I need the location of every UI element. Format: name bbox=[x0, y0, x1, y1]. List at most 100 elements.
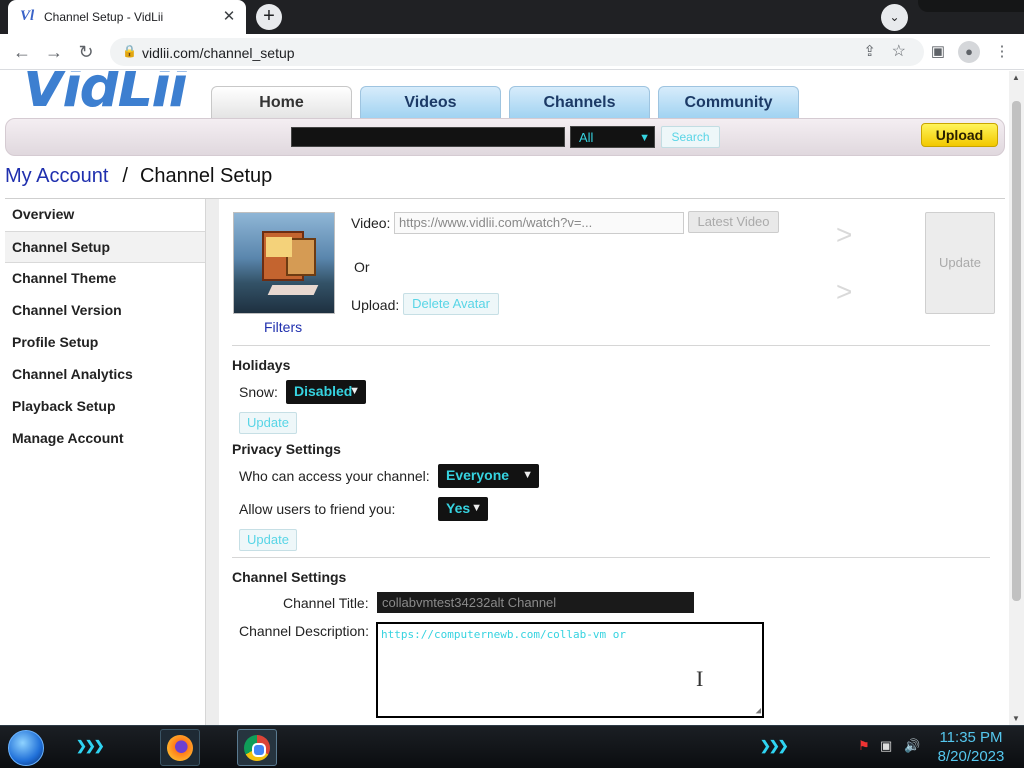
system-clock[interactable]: 11:35 PM 8/20/2023 bbox=[930, 728, 1012, 766]
nav-tab-community[interactable]: Community bbox=[658, 86, 799, 119]
search-category-value: All bbox=[579, 130, 594, 145]
url-text[interactable]: vidlii.com/channel_setup bbox=[142, 45, 295, 61]
sidebar-divider bbox=[205, 199, 219, 725]
snow-label: Snow: bbox=[239, 384, 278, 400]
vidlii-favicon-icon: Vl bbox=[20, 8, 35, 24]
vidlii-logo[interactable]: VidLii bbox=[22, 71, 188, 120]
or-label: Or bbox=[354, 259, 370, 275]
chrome-taskbar-icon[interactable] bbox=[237, 729, 277, 766]
taskbar: ❯❯❯ ❯❯❯ ⚑ ▣ 🔊 11:35 PM 8/20/2023 bbox=[0, 725, 1024, 768]
channel-title-label: Channel Title: bbox=[283, 595, 369, 611]
reload-icon[interactable]: ↻ bbox=[73, 40, 99, 64]
forward-icon[interactable]: → bbox=[41, 40, 67, 64]
channel-settings-heading: Channel Settings bbox=[232, 569, 347, 585]
latest-video-button[interactable]: Latest Video bbox=[688, 211, 779, 233]
holidays-heading: Holidays bbox=[232, 357, 291, 373]
friend-select[interactable]: Yes ▼ bbox=[438, 497, 488, 521]
scroll-down-icon[interactable]: ▼ bbox=[1012, 714, 1020, 723]
clock-date: 8/20/2023 bbox=[937, 748, 1005, 765]
taskbar-chevrons-decoration: ❯❯❯ bbox=[76, 738, 105, 753]
sidebar-item-overview[interactable]: Overview bbox=[5, 199, 205, 231]
avatar-art-screen bbox=[266, 237, 292, 257]
channel-description-text: https://computernewb.com/collab-vm or bbox=[381, 628, 627, 641]
section-divider bbox=[232, 345, 990, 346]
share-icon[interactable]: ⇪ bbox=[863, 42, 876, 60]
access-select-value: Everyone bbox=[446, 467, 510, 483]
close-tab-icon[interactable]: ✕ bbox=[220, 8, 238, 26]
firefox-taskbar-icon[interactable] bbox=[160, 729, 200, 766]
section-divider bbox=[232, 557, 990, 558]
friend-select-value: Yes bbox=[446, 500, 471, 516]
sidebar-item-channel-theme[interactable]: Channel Theme bbox=[5, 263, 205, 295]
side-panel-icon[interactable]: ▣ bbox=[927, 42, 949, 60]
firefox-icon bbox=[167, 735, 193, 761]
sidebar-item-channel-analytics[interactable]: Channel Analytics bbox=[5, 359, 205, 391]
taskbar-chevrons-decoration: ❯❯❯ bbox=[760, 738, 789, 753]
delete-avatar-button[interactable]: Delete Avatar bbox=[403, 293, 499, 315]
breadcrumb-separator: / bbox=[122, 165, 128, 187]
chevron-down-icon: ▼ bbox=[471, 502, 482, 514]
access-label: Who can access your channel: bbox=[239, 468, 430, 484]
new-tab-button[interactable]: + bbox=[256, 4, 282, 30]
holidays-update-button[interactable]: Update bbox=[239, 412, 297, 434]
address-bar[interactable]: 🔒 vidlii.com/channel_setup ⇪ ☆ bbox=[110, 38, 924, 66]
search-button[interactable]: Search bbox=[661, 126, 720, 148]
snow-select[interactable]: Disabled ▼ bbox=[286, 380, 366, 404]
channel-description-textarea[interactable]: https://computernewb.com/collab-vm or I … bbox=[376, 622, 764, 718]
text-cursor-icon: I bbox=[696, 666, 704, 691]
video-url-field[interactable]: https://www.vidlii.com/watch?v=... bbox=[394, 212, 684, 234]
scrollbar-thumb[interactable] bbox=[1012, 101, 1021, 601]
volume-icon[interactable]: 🔊 bbox=[904, 738, 920, 754]
upload-button[interactable]: Upload bbox=[921, 123, 998, 147]
browser-menu-icon[interactable]: ⋮ bbox=[991, 42, 1013, 60]
channel-avatar bbox=[233, 212, 335, 314]
tab-title: Channel Setup - VidLii bbox=[44, 10, 164, 24]
page-scrollbar[interactable]: ▲ ▼ bbox=[1009, 71, 1024, 725]
nav-tab-channels[interactable]: Channels bbox=[509, 86, 650, 119]
chevron-down-icon: ▼ bbox=[522, 469, 533, 481]
scroll-up-icon[interactable]: ▲ bbox=[1012, 73, 1020, 82]
back-icon[interactable]: ← bbox=[9, 40, 35, 64]
nav-tab-videos[interactable]: Videos bbox=[360, 86, 501, 119]
lock-icon[interactable]: 🔒 bbox=[122, 44, 137, 58]
breadcrumb-my-account[interactable]: My Account bbox=[5, 165, 108, 187]
network-icon[interactable]: ▣ bbox=[880, 738, 892, 754]
upload-label: Upload: bbox=[351, 297, 400, 313]
search-input[interactable] bbox=[291, 127, 565, 147]
sidebar-item-manage-account[interactable]: Manage Account bbox=[5, 423, 205, 455]
sidebar-item-profile-setup[interactable]: Profile Setup bbox=[5, 327, 205, 359]
video-label: Video: bbox=[351, 215, 391, 231]
profile-avatar-icon[interactable]: ● bbox=[958, 41, 980, 63]
search-category-select[interactable]: All ▼ bbox=[570, 126, 655, 148]
friend-label: Allow users to friend you: bbox=[239, 501, 396, 517]
filters-link[interactable]: Filters bbox=[264, 319, 302, 335]
sidebar-item-channel-setup[interactable]: Channel Setup bbox=[5, 231, 205, 263]
access-select[interactable]: Everyone ▼ bbox=[438, 464, 539, 488]
snow-select-value: Disabled bbox=[294, 383, 353, 399]
page-viewport: VidLii Home Videos Channels Community Al… bbox=[0, 71, 1009, 725]
avatar-update-button[interactable]: Update bbox=[925, 212, 995, 314]
browser-tab[interactable]: Vl Channel Setup - VidLii ✕ bbox=[8, 0, 246, 34]
chevron-down-icon: ▼ bbox=[639, 132, 650, 144]
browser-toolbar: ← → ↻ 🔒 vidlii.com/channel_setup ⇪ ☆ ▣ ●… bbox=[0, 34, 1024, 70]
bookmark-star-icon[interactable]: ☆ bbox=[892, 41, 906, 61]
window-controls bbox=[918, 0, 1024, 12]
breadcrumb-current: Channel Setup bbox=[139, 165, 273, 187]
chrome-icon bbox=[244, 735, 270, 761]
arrow-right-icon: > bbox=[836, 219, 853, 250]
search-bar: All ▼ Search Upload bbox=[5, 118, 1005, 156]
channel-title-field[interactable]: collabvmtest34232alt Channel bbox=[377, 592, 694, 613]
resize-grip-icon[interactable]: ◢ bbox=[756, 706, 761, 716]
tab-search-icon[interactable]: ⌄ bbox=[881, 4, 908, 31]
avatar-art-keyboard bbox=[267, 285, 319, 295]
start-orb-icon[interactable] bbox=[8, 730, 44, 766]
sidebar-item-playback-setup[interactable]: Playback Setup bbox=[5, 391, 205, 423]
channel-description-label: Channel Description: bbox=[239, 623, 369, 639]
clock-time: 11:35 PM bbox=[939, 729, 1003, 746]
nav-tab-home[interactable]: Home bbox=[211, 86, 352, 119]
chevron-down-icon: ▼ bbox=[349, 385, 360, 397]
sidebar-item-channel-version[interactable]: Channel Version bbox=[5, 295, 205, 327]
account-sidebar: Overview Channel Setup Channel Theme Cha… bbox=[5, 199, 205, 455]
action-center-flag-icon[interactable]: ⚑ bbox=[858, 738, 870, 754]
privacy-update-button[interactable]: Update bbox=[239, 529, 297, 551]
